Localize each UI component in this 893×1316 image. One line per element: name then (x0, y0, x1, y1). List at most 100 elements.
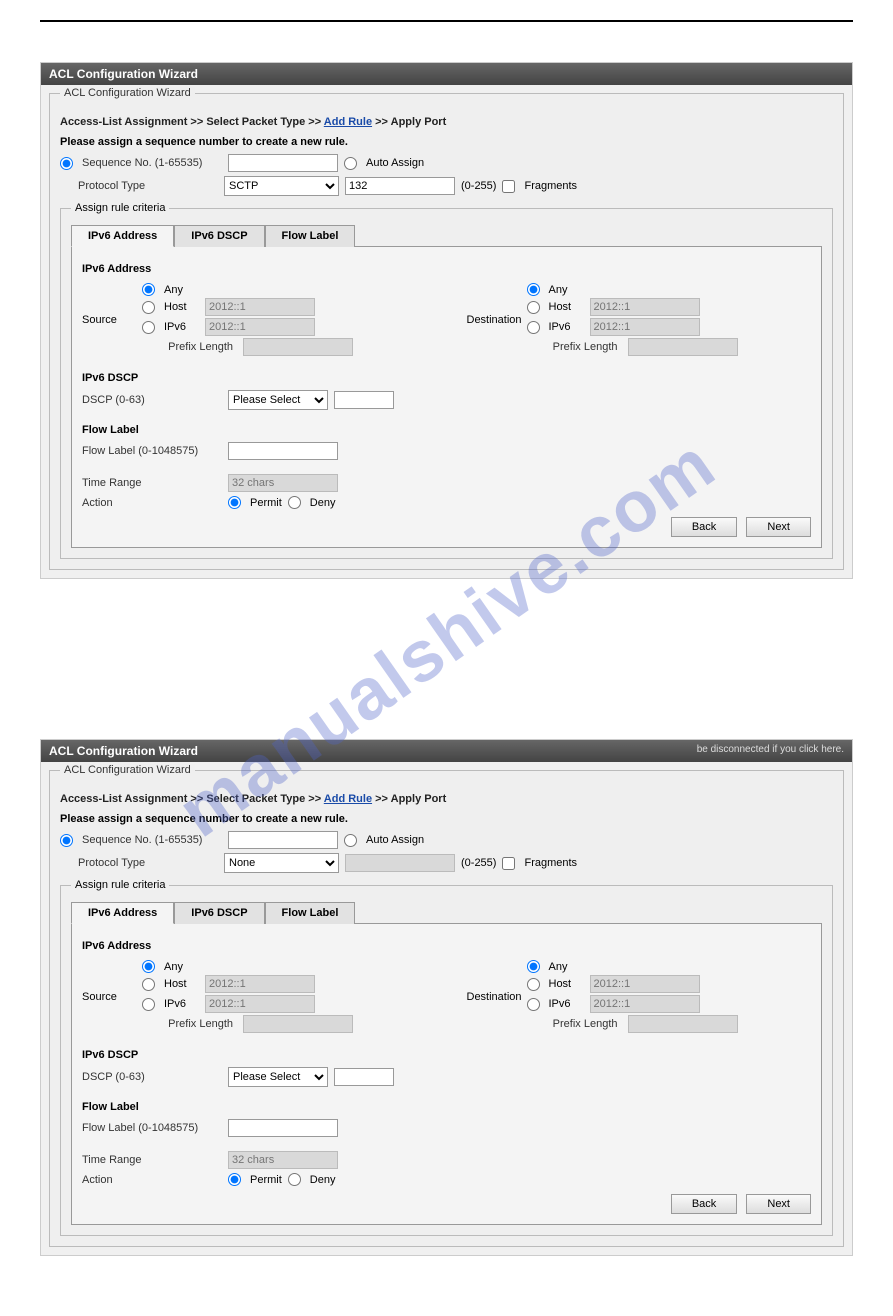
dest-host-radio[interactable] (527, 978, 540, 991)
acl-wizard-panel-2: ACL Configuration Wizard be disconnected… (40, 739, 853, 1256)
destination-label: Destination (467, 991, 527, 1003)
dest-any-radio[interactable] (527, 283, 540, 296)
dest-ipv6-radio[interactable] (527, 998, 540, 1011)
auto-assign-radio[interactable] (344, 157, 357, 170)
dest-prefix-input[interactable] (628, 1015, 738, 1033)
breadcrumb-step-1: Access-List Assignment (60, 116, 187, 128)
destination-label: Destination (467, 314, 527, 326)
tab-flow-label[interactable]: Flow Label (265, 225, 356, 247)
deny-radio[interactable] (288, 496, 301, 509)
source-ipv6-radio[interactable] (142, 998, 155, 1011)
dscp-label: DSCP (0-63) (82, 394, 222, 406)
fieldset-legend: ACL Configuration Wizard (60, 764, 195, 776)
breadcrumb-step-1: Access-List Assignment (60, 793, 187, 805)
action-label: Action (82, 1174, 222, 1186)
tab-body: IPv6 Address Source Any Host IPv6 Prefix… (71, 924, 822, 1225)
dscp-input[interactable] (334, 1068, 394, 1086)
auto-assign-label: Auto Assign (366, 157, 424, 169)
time-range-input[interactable] (228, 474, 338, 492)
source-ipv6-input[interactable] (205, 995, 315, 1013)
protocol-type-select[interactable]: None (224, 853, 339, 873)
tab-ipv6-address[interactable]: IPv6 Address (71, 225, 174, 247)
ipv6-address-title: IPv6 Address (82, 940, 811, 952)
protocol-type-select[interactable]: SCTP (224, 176, 339, 196)
protocol-num-input[interactable] (345, 854, 455, 872)
sequence-no-radio[interactable] (60, 834, 73, 847)
tab-ipv6-dscp[interactable]: IPv6 DSCP (174, 225, 264, 247)
acl-wizard-panel-1: ACL Configuration Wizard ACL Configurati… (40, 62, 853, 579)
flow-label-input[interactable] (228, 1119, 338, 1137)
action-label: Action (82, 497, 222, 509)
flow-label-title: Flow Label (82, 1101, 811, 1113)
panel-header: ACL Configuration Wizard be disconnected… (41, 740, 852, 762)
auto-assign-radio[interactable] (344, 834, 357, 847)
source-host-radio[interactable] (142, 978, 155, 991)
wizard-fieldset: ACL Configuration Wizard Access-List Ass… (49, 770, 844, 1247)
tab-ipv6-dscp[interactable]: IPv6 DSCP (174, 902, 264, 924)
source-prefix-input[interactable] (243, 1015, 353, 1033)
source-ipv6-input[interactable] (205, 318, 315, 336)
source-prefix-input[interactable] (243, 338, 353, 356)
fragments-checkbox[interactable] (502, 857, 515, 870)
sequence-no-radio[interactable] (60, 157, 73, 170)
source-any-radio[interactable] (142, 283, 155, 296)
ipv6-address-title: IPv6 Address (82, 263, 811, 275)
flow-label-input[interactable] (228, 442, 338, 460)
deny-radio[interactable] (288, 1173, 301, 1186)
flow-label-label: Flow Label (0-1048575) (82, 1122, 222, 1134)
dest-ipv6-input[interactable] (590, 318, 700, 336)
back-button[interactable]: Back (671, 517, 737, 537)
source-host-radio[interactable] (142, 301, 155, 314)
protocol-range-label: (0-255) (461, 857, 496, 869)
flow-label-label: Flow Label (0-1048575) (82, 445, 222, 457)
instruction-text: Please assign a sequence number to creat… (60, 136, 833, 148)
breadcrumb-step-3-link[interactable]: Add Rule (324, 116, 372, 128)
sequence-no-label: Sequence No. (1-65535) (82, 834, 222, 846)
dest-host-radio[interactable] (527, 301, 540, 314)
panel-header: ACL Configuration Wizard (41, 63, 852, 85)
dest-host-input[interactable] (590, 298, 700, 316)
back-button[interactable]: Back (671, 1194, 737, 1214)
protocol-num-input[interactable] (345, 177, 455, 195)
protocol-type-label: Protocol Type (78, 180, 218, 192)
source-ipv6-radio[interactable] (142, 321, 155, 334)
dest-host-input[interactable] (590, 975, 700, 993)
next-button[interactable]: Next (746, 1194, 811, 1214)
dest-prefix-input[interactable] (628, 338, 738, 356)
source-label: Source (82, 314, 142, 326)
ipv6-dscp-title: IPv6 DSCP (82, 372, 811, 384)
dscp-select[interactable]: Please Select (228, 390, 328, 410)
auto-assign-label: Auto Assign (366, 834, 424, 846)
fieldset-legend: ACL Configuration Wizard (60, 87, 195, 99)
permit-radio[interactable] (228, 496, 241, 509)
wizard-fieldset: ACL Configuration Wizard Access-List Ass… (49, 93, 844, 570)
breadcrumb-step-2: Select Packet Type (206, 793, 305, 805)
source-host-input[interactable] (205, 975, 315, 993)
sequence-no-input[interactable] (228, 154, 338, 172)
flow-label-title: Flow Label (82, 424, 811, 436)
fragments-checkbox[interactable] (502, 180, 515, 193)
time-range-input[interactable] (228, 1151, 338, 1169)
sequence-no-input[interactable] (228, 831, 338, 849)
tab-ipv6-address[interactable]: IPv6 Address (71, 902, 174, 924)
dest-ipv6-input[interactable] (590, 995, 700, 1013)
breadcrumb-step-3-link[interactable]: Add Rule (324, 793, 372, 805)
tab-flow-label[interactable]: Flow Label (265, 902, 356, 924)
top-rule (40, 20, 853, 22)
breadcrumb-step-4: Apply Port (391, 116, 447, 128)
source-host-input[interactable] (205, 298, 315, 316)
permit-radio[interactable] (228, 1173, 241, 1186)
dscp-select[interactable]: Please Select (228, 1067, 328, 1087)
dest-ipv6-radio[interactable] (527, 321, 540, 334)
dscp-input[interactable] (334, 391, 394, 409)
criteria-legend: Assign rule criteria (71, 202, 169, 214)
fragments-label: Fragments (524, 857, 577, 869)
next-button[interactable]: Next (746, 517, 811, 537)
dest-any-radio[interactable] (527, 960, 540, 973)
source-any-radio[interactable] (142, 960, 155, 973)
breadcrumb: Access-List Assignment >> Select Packet … (60, 793, 833, 805)
tab-body: IPv6 Address Source Any Host IPv6 Prefix… (71, 247, 822, 548)
criteria-tabs: IPv6 Address IPv6 DSCP Flow Label (71, 901, 822, 924)
protocol-range-label: (0-255) (461, 180, 496, 192)
criteria-fieldset: Assign rule criteria IPv6 Address IPv6 D… (60, 879, 833, 1236)
